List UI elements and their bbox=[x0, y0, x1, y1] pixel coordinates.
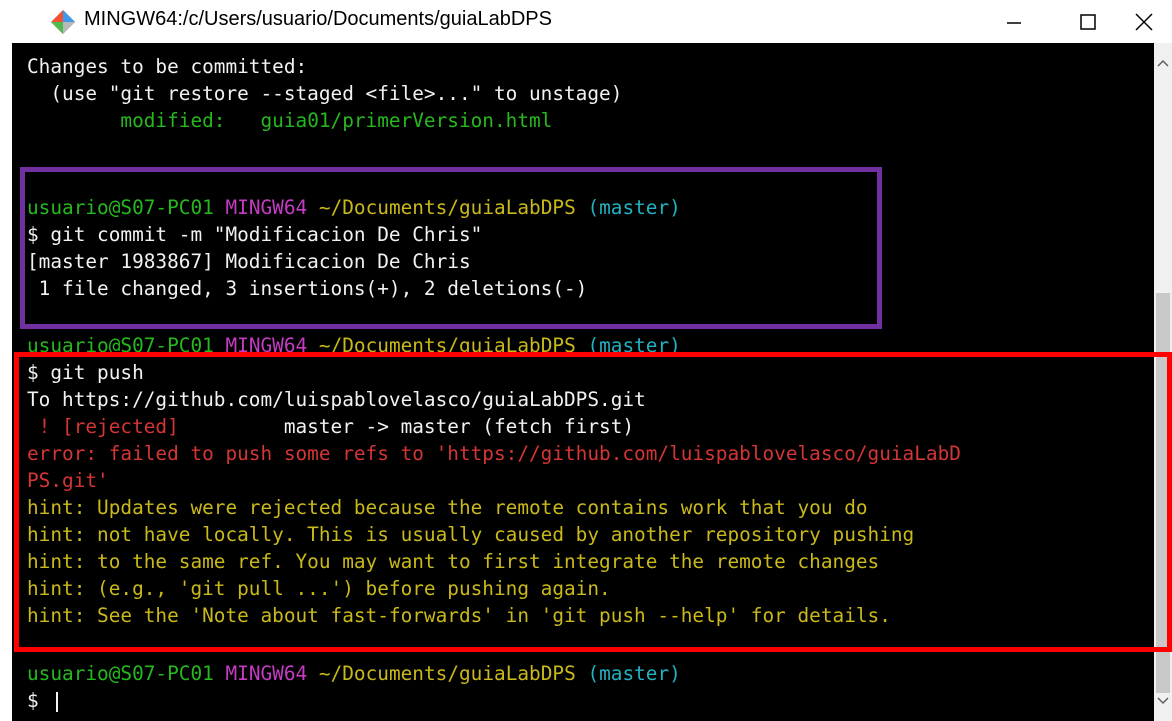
hint-line: hint: to the same ref. You may want to f… bbox=[27, 550, 880, 573]
maximize-icon bbox=[1080, 13, 1096, 30]
hint-line: hint: Updates were rejected because the … bbox=[27, 496, 868, 519]
terminal-line: (use "git restore --staged <file>..." to… bbox=[27, 82, 623, 105]
prompt-branch: (master) bbox=[587, 334, 681, 357]
prompt-branch: (master) bbox=[587, 196, 681, 219]
command-input-line[interactable]: $ bbox=[27, 687, 59, 714]
scroll-down-button[interactable] bbox=[1154, 681, 1172, 721]
error-line: error: failed to push some refs to 'http… bbox=[27, 442, 961, 465]
prompt-user: usuario@S07-PC01 bbox=[27, 334, 214, 357]
prompt-path: ~/Documents/guiaLabDPS bbox=[318, 334, 576, 357]
window-title: MINGW64:/c/Users/usuario/Documents/guiaL… bbox=[84, 8, 552, 30]
prompt-shell: MINGW64 bbox=[225, 334, 308, 357]
prompt-symbol: $ bbox=[27, 689, 51, 712]
terminal-line: ! [rejected] master -> master (fetch fir… bbox=[27, 413, 634, 440]
command-line: $ git commit -m "Modificacion De Chris" bbox=[27, 223, 483, 246]
git-bash-icon bbox=[50, 9, 76, 35]
hint-line: hint: See the 'Note about fast-forwards'… bbox=[27, 604, 891, 627]
prompt-line: usuario@S07-PC01 MINGW64 ~/Documents/gui… bbox=[27, 660, 681, 687]
terminal-line: modified: guia01/primerVersion.html bbox=[27, 107, 552, 134]
scroll-up-button[interactable] bbox=[1154, 43, 1172, 83]
prompt-branch: (master) bbox=[587, 662, 681, 685]
chevron-up-icon bbox=[1157, 59, 1169, 67]
modified-file: guia01/primerVersion.html bbox=[225, 109, 553, 132]
hint-line: hint: (e.g., 'git pull ...') before push… bbox=[27, 577, 611, 600]
vertical-scrollbar[interactable] bbox=[1154, 43, 1172, 721]
prompt-line: usuario@S07-PC01 MINGW64 ~/Documents/gui… bbox=[27, 194, 681, 221]
terminal-line: 1 file changed, 3 insertions(+), 2 delet… bbox=[27, 277, 588, 300]
text-cursor bbox=[56, 691, 59, 712]
prompt-shell: MINGW64 bbox=[225, 662, 308, 685]
scroll-thumb[interactable] bbox=[1156, 293, 1170, 693]
modified-label: modified: bbox=[27, 109, 226, 132]
prompt-shell: MINGW64 bbox=[225, 196, 308, 219]
terminal-line: Changes to be committed: bbox=[27, 55, 308, 78]
prompt-user: usuario@S07-PC01 bbox=[27, 662, 214, 685]
minimize-icon bbox=[1007, 21, 1021, 24]
terminal-line: To https://github.com/luispablovelasco/g… bbox=[27, 388, 646, 411]
maximize-button[interactable] bbox=[1060, 0, 1116, 43]
title-bar[interactable]: MINGW64:/c/Users/usuario/Documents/guiaL… bbox=[0, 0, 1172, 43]
chevron-down-icon bbox=[1157, 697, 1169, 705]
close-icon bbox=[1135, 12, 1153, 31]
command-line: $ git push bbox=[27, 361, 144, 384]
prompt-path: ~/Documents/guiaLabDPS bbox=[318, 196, 576, 219]
terminal-output[interactable]: Changes to be committed: (use "git resto… bbox=[12, 43, 1154, 721]
rejected-detail: master -> master (fetch first) bbox=[178, 415, 635, 438]
prompt-line: usuario@S07-PC01 MINGW64 ~/Documents/gui… bbox=[27, 332, 681, 359]
error-line: PS.git' bbox=[27, 469, 109, 492]
close-button[interactable] bbox=[1116, 0, 1172, 43]
hint-line: hint: not have locally. This is usually … bbox=[27, 523, 915, 546]
rejected-label: ! [rejected] bbox=[27, 415, 179, 438]
prompt-user: usuario@S07-PC01 bbox=[27, 196, 214, 219]
prompt-path: ~/Documents/guiaLabDPS bbox=[318, 662, 576, 685]
minimize-button[interactable] bbox=[986, 0, 1042, 43]
terminal-line: [master 1983867] Modificacion De Chris bbox=[27, 250, 471, 273]
